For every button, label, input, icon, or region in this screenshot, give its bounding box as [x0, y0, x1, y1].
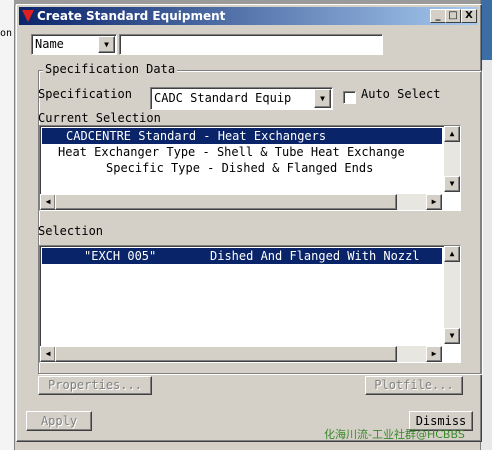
scroll-up-icon[interactable]: ▲ — [444, 126, 460, 142]
watermark: 化海川流-工业社群@HCBBS — [324, 428, 465, 441]
list-item[interactable]: Specific Type - Dished & Flanged Ends — [42, 160, 373, 176]
chevron-down-icon[interactable]: ▼ — [314, 89, 331, 108]
background-app-left: on — [0, 0, 15, 450]
plotfile-button[interactable]: Plotfile... — [365, 376, 463, 395]
scroll-right-icon[interactable]: ▶ — [426, 194, 442, 210]
horizontal-scrollbar[interactable]: ◀ ▶ — [40, 194, 442, 210]
scroll-thumb[interactable] — [55, 194, 397, 210]
current-selection-list[interactable]: CADCENTRE Standard - Heat Exchangers Hea… — [39, 125, 461, 211]
create-standard-equipment-dialog: Create Standard Equipment _ □ X Name ▼ S… — [16, 4, 482, 442]
current-selection-label: Current Selection — [38, 111, 161, 125]
selection-label: Selection — [38, 224, 104, 238]
title-bar[interactable]: Create Standard Equipment _ □ X — [19, 7, 478, 25]
window-title: Create Standard Equipment — [37, 9, 226, 23]
specification-label: Specification — [38, 87, 132, 101]
name-type-value: Name — [35, 37, 64, 51]
table-row[interactable]: "EXCH 005" Dished And Flanged With Nozzl — [42, 248, 442, 264]
specification-value: CADC Standard Equip — [154, 91, 292, 105]
auto-select-checkbox[interactable] — [343, 91, 356, 104]
app-triangle-icon — [22, 10, 34, 22]
scroll-down-icon[interactable]: ▼ — [444, 328, 460, 344]
maximize-button[interactable]: □ — [445, 9, 461, 23]
chevron-down-icon[interactable]: ▼ — [98, 36, 115, 53]
scroll-left-icon[interactable]: ◀ — [40, 194, 56, 210]
list-item[interactable]: Heat Exchanger Type - Shell & Tube Heat … — [42, 144, 405, 160]
specification-dropdown[interactable]: CADC Standard Equip ▼ — [150, 87, 333, 110]
name-type-dropdown[interactable]: Name ▼ — [31, 34, 117, 55]
close-button[interactable]: X — [461, 9, 477, 23]
background-app-text: on — [0, 28, 13, 39]
scroll-thumb[interactable] — [55, 346, 397, 362]
scroll-down-icon[interactable]: ▼ — [444, 176, 460, 192]
auto-select-label[interactable]: Auto Select — [361, 87, 440, 101]
scroll-right-icon[interactable]: ▶ — [426, 346, 442, 362]
minimize-button[interactable]: _ — [430, 9, 446, 23]
apply-button[interactable]: Apply — [26, 411, 92, 431]
background-app-panel — [481, 0, 492, 60]
scroll-up-icon[interactable]: ▲ — [444, 246, 460, 262]
vertical-scrollbar[interactable]: ▲ ▼ — [444, 246, 460, 344]
scroll-left-icon[interactable]: ◀ — [40, 346, 56, 362]
current-selection-item-3: Specific Type - Dished & Flanged Ends — [106, 161, 374, 175]
selection-list[interactable]: "EXCH 005" Dished And Flanged With Nozzl… — [39, 245, 461, 363]
current-selection-item-2: Heat Exchanger Type - Shell & Tube Heat … — [58, 145, 405, 159]
selection-description: Dished And Flanged With Nozzl — [210, 249, 420, 263]
selection-code: "EXCH 005" — [84, 249, 157, 263]
name-input[interactable] — [119, 34, 383, 55]
vertical-scrollbar[interactable]: ▲ ▼ — [444, 126, 460, 192]
current-selection-item-1: CADCENTRE Standard - Heat Exchangers — [66, 129, 327, 143]
specification-data-label: Specification Data — [43, 62, 178, 76]
properties-button[interactable]: Properties... — [38, 376, 152, 395]
list-item[interactable]: CADCENTRE Standard - Heat Exchangers — [42, 128, 442, 144]
horizontal-scrollbar[interactable]: ◀ ▶ — [40, 346, 442, 362]
